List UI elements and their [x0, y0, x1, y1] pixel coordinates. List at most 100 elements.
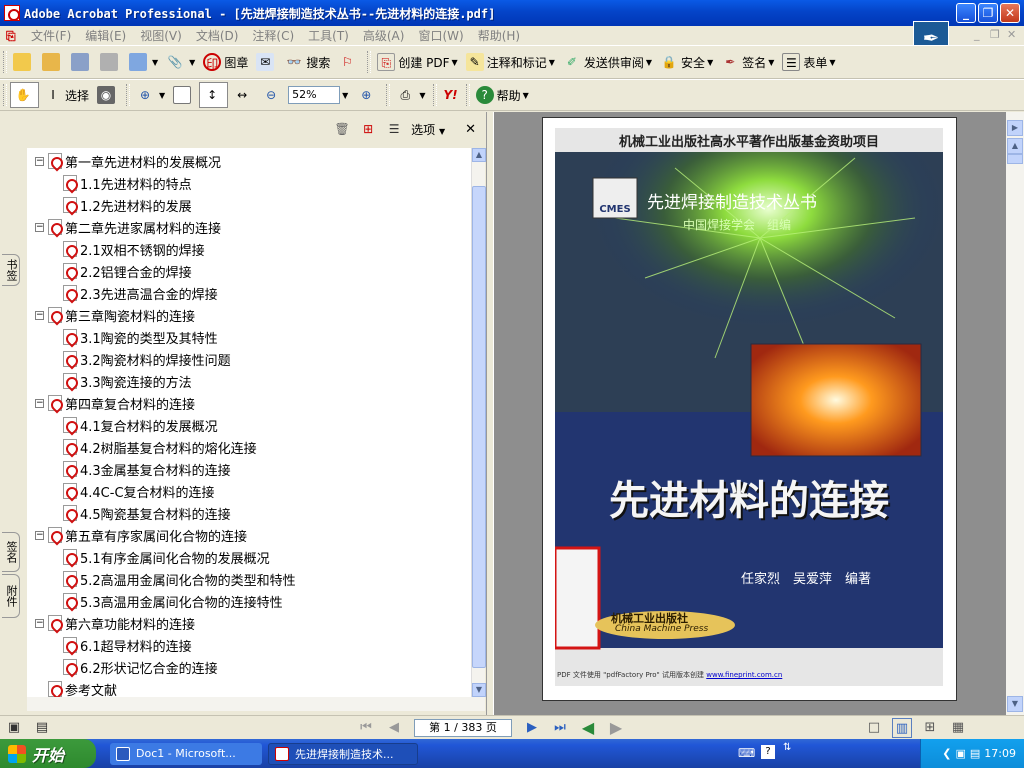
actual-size-button[interactable]	[170, 82, 197, 108]
security-button[interactable]: 🔒 安全 ▼	[657, 49, 716, 75]
yahoo-toolbar-button[interactable]: Y!	[440, 82, 460, 108]
bookmark-chapter[interactable]: − 第三章陶瓷材料的连接	[35, 304, 195, 326]
bookmark-section[interactable]: 4.2树脂基复合材料的熔化连接	[63, 436, 257, 458]
bookmark-vertical-scrollbar[interactable]: ▲ ▼	[471, 148, 486, 697]
new-bookmark-icon[interactable]: ⊞	[360, 121, 376, 137]
document-view[interactable]: 机械工业出版社高水平著作出版基金资助项目 CMES 先进焊接制造技术丛书 中国焊…	[494, 112, 1006, 715]
menu-window[interactable]: 窗口(W)	[411, 27, 470, 44]
send-mail-button[interactable]: ✉	[253, 49, 280, 75]
bookmark-section[interactable]: 6.2形状记忆合金的连接	[63, 656, 218, 678]
previous-page-button[interactable]: ◀	[384, 718, 404, 738]
page-scroll-right-arrow[interactable]: ▶	[1007, 120, 1023, 136]
scroll-up-arrow[interactable]: ▲	[472, 148, 486, 162]
open-button[interactable]	[10, 49, 37, 75]
minimize-button[interactable]: _	[956, 3, 976, 23]
go-back-button[interactable]: ◀	[578, 718, 598, 738]
go-forward-button[interactable]: ▶	[606, 718, 626, 738]
bookmark-chapter[interactable]: − 第一章先进材料的发展概况	[35, 150, 221, 172]
toolbar-grip[interactable]	[367, 51, 372, 73]
last-page-button[interactable]: ⏭	[550, 718, 570, 738]
mdi-minimize-button[interactable]: _	[974, 28, 980, 41]
options-menu[interactable]: 选项 ▼	[411, 121, 445, 138]
toolbar-grip[interactable]	[465, 84, 470, 106]
toolbar-grip[interactable]	[433, 84, 438, 106]
menu-view[interactable]: 视图(V)	[133, 27, 189, 44]
menu-tools[interactable]: 工具(T)	[301, 27, 356, 44]
email-button[interactable]: ▼	[126, 49, 161, 75]
menu-edit[interactable]: 编辑(E)	[78, 27, 133, 44]
bookmark-chapter[interactable]: − 第四章复合材料的连接	[35, 392, 195, 414]
page-layout-icon[interactable]: ▤	[32, 718, 52, 738]
forms-button[interactable]: ☰ 表单 ▼	[779, 49, 838, 75]
zoom-tool-button[interactable]: ⊕ ▼	[133, 82, 168, 108]
bookmark-section[interactable]: 4.3金属基复合材料的连接	[63, 458, 231, 480]
print-button[interactable]	[97, 49, 124, 75]
menu-comments[interactable]: 注释(C)	[245, 27, 301, 44]
bookmark-section[interactable]: 4.1复合材料的发展概况	[63, 414, 218, 436]
tab-signatures[interactable]: 签名	[2, 532, 20, 572]
collapse-toggle-icon[interactable]: −	[35, 530, 44, 540]
single-page-icon[interactable]: □	[864, 718, 884, 738]
bookmark-section[interactable]: 3.3陶瓷连接的方法	[63, 370, 192, 392]
bookmark-section[interactable]: 1.2先进材料的发展	[63, 194, 192, 216]
continuous-page-icon[interactable]: ▥	[892, 717, 912, 738]
select-tool-button[interactable]: I 选择	[41, 82, 92, 108]
first-page-button[interactable]: ⏮	[356, 718, 376, 738]
scroll-down-arrow[interactable]: ▼	[1007, 696, 1023, 712]
zoom-level-field[interactable]: 52%	[288, 86, 341, 104]
bookmark-chapter[interactable]: − 第二章先进家属材料的连接	[35, 216, 221, 238]
zoom-dropdown-icon[interactable]: ▼	[342, 91, 348, 100]
fit-page-button[interactable]: ↕	[199, 82, 229, 108]
collapse-toggle-icon[interactable]: −	[35, 310, 44, 320]
chevron-left-icon[interactable]: ❮	[942, 747, 951, 760]
bookmark-section[interactable]: 5.2高温用金属间化合物的类型和特性	[63, 568, 296, 590]
close-pane-button[interactable]: ✕	[465, 122, 476, 137]
acrobat-app-icon[interactable]	[4, 5, 20, 21]
trash-icon[interactable]: 🗑	[334, 121, 350, 137]
help-tray-icon[interactable]: ?	[761, 745, 775, 759]
collapse-toggle-icon[interactable]: −	[35, 222, 44, 232]
bookmark-section[interactable]: 2.1双相不锈钢的焊接	[63, 238, 205, 260]
scroll-thumb[interactable]	[1007, 154, 1023, 164]
menu-file[interactable]: 文件(F)	[24, 27, 78, 44]
stamp-button[interactable]: 印图章	[200, 49, 251, 75]
close-button[interactable]: ✕	[1000, 3, 1020, 23]
comment-markup-button[interactable]: ✎ 注释和标记 ▼	[463, 49, 558, 75]
page-number-field[interactable]: 第 1 / 383 页	[414, 718, 512, 737]
hand-tool-button[interactable]: ✋	[10, 82, 39, 108]
bookmark-horizontal-scrollbar[interactable]	[27, 697, 485, 711]
bookmark-section[interactable]: 4.4C-C复合材料的连接	[63, 480, 215, 502]
clock[interactable]: 17:09	[984, 747, 1016, 760]
taskbar-word-document[interactable]: Doc1 - Microsoft...	[110, 742, 262, 765]
bookmark-section[interactable]: 3.2陶瓷材料的焊接性问题	[63, 348, 231, 370]
bookmark-section[interactable]: 4.5陶瓷基复合材料的连接	[63, 502, 231, 524]
bookmark-section[interactable]: 6.1超导材料的连接	[63, 634, 192, 656]
continuous-facing-icon[interactable]: ▦	[948, 718, 968, 738]
bookmark-section[interactable]: 5.3高温用金属间化合物的连接特性	[63, 590, 283, 612]
keyboard-icon[interactable]: ⌨	[738, 746, 755, 760]
expand-bookmark-icon[interactable]: ☰	[386, 121, 402, 137]
mdi-restore-button[interactable]: ❐	[990, 28, 1000, 41]
tab-attachments[interactable]: 附件	[2, 574, 20, 618]
toolbar-grip[interactable]	[126, 84, 131, 106]
toolbar-grip[interactable]	[3, 84, 7, 106]
taskbar-acrobat-document[interactable]: 先进焊接制造技术...	[268, 742, 418, 765]
help-button[interactable]: ? 帮助 ▼	[473, 82, 532, 108]
mdi-close-button[interactable]: ✕	[1007, 28, 1016, 41]
menu-advanced[interactable]: 高级(A)	[356, 27, 412, 44]
bookmark-chapter[interactable]: − 第六章功能材料的连接	[35, 612, 195, 634]
scroll-up-arrow[interactable]: ▲	[1007, 138, 1023, 154]
snapshot-button[interactable]: ◉	[94, 82, 121, 108]
accessibility-button[interactable]: ⚐	[335, 49, 362, 75]
pane-splitter[interactable]	[486, 112, 494, 715]
toolbar-grip[interactable]	[3, 51, 7, 73]
tab-bookmarks[interactable]: 书签	[2, 254, 20, 286]
next-page-button[interactable]: ▶	[522, 718, 542, 738]
search-button[interactable]: 👓 搜索	[282, 49, 333, 75]
menu-help[interactable]: 帮助(H)	[471, 27, 527, 44]
restore-button[interactable]: ❐	[978, 3, 998, 23]
toolbar-grip[interactable]	[386, 84, 391, 106]
document-vertical-scrollbar[interactable]: ▶ ▲ ▼	[1006, 112, 1024, 715]
sign-button[interactable]: ✒ 签名 ▼	[718, 49, 777, 75]
document-icon[interactable]: ⎘	[6, 29, 20, 43]
